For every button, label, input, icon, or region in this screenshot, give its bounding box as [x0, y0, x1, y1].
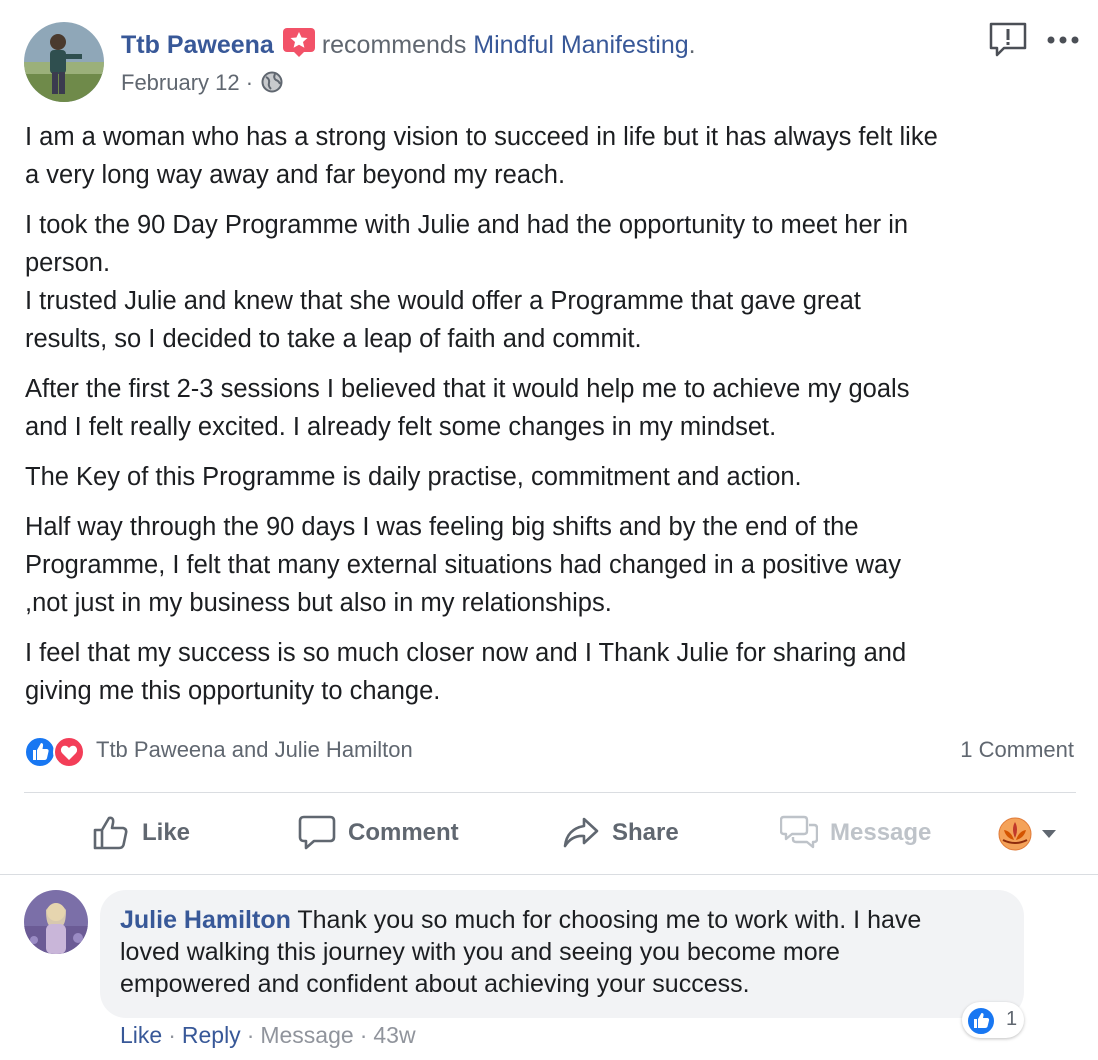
globe-icon[interactable] [261, 71, 283, 93]
comment-icon [298, 815, 336, 850]
recommends-verb: recommends [321, 31, 467, 59]
page-link[interactable]: Mindful Manifesting [473, 31, 688, 59]
share-button[interactable]: Share [562, 806, 679, 860]
report-icon[interactable] [988, 22, 1028, 58]
love-icon [53, 736, 85, 768]
commenter-name[interactable]: Julie Hamilton [120, 906, 291, 934]
post-paragraph: I am a woman who has a strong vision to … [25, 118, 1077, 194]
comment-reaction-number: 1 [1006, 1008, 1018, 1030]
post-line: ,not just in my business but also in my … [25, 589, 612, 617]
meta-separator: · [245, 70, 254, 95]
reaction-icons[interactable] [24, 735, 92, 769]
more-options-icon[interactable] [1046, 32, 1080, 48]
post-line: person. [25, 249, 111, 277]
divider [24, 792, 1076, 793]
commenter-avatar[interactable] [24, 890, 88, 954]
comment-actions: Like · Reply · Message · 43w [120, 1022, 416, 1049]
post-line: results, so I decided to take a leap of … [25, 325, 642, 353]
author-name[interactable]: Ttb Paweena [121, 31, 274, 59]
comment-line: Julie Hamilton Thank you so much for cho… [120, 904, 1004, 936]
post-line: I am a woman who has a strong vision to … [25, 123, 938, 151]
message-icon [780, 815, 818, 849]
separator: · [168, 1022, 176, 1048]
post-line: Programme, I felt that many external sit… [25, 551, 901, 579]
post-line: I trusted Julie and knew that she would … [25, 287, 861, 315]
comment-line: loved walking this journey with you and … [120, 938, 840, 966]
post-line: After the first 2-3 sessions I believed … [25, 375, 910, 403]
page-profile-selector[interactable] [998, 816, 1062, 852]
post-paragraph: After the first 2-3 sessions I believed … [25, 370, 1077, 446]
comment-button[interactable]: Comment [298, 806, 459, 860]
post-paragraph: I feel that my success is so much closer… [25, 634, 1077, 710]
message-label: Message [830, 819, 932, 846]
post-line: a very long way away and far beyond my r… [25, 161, 566, 189]
comment-like-link[interactable]: Like [120, 1022, 162, 1048]
share-arrow-icon [563, 817, 599, 848]
post-paragraph: The Key of this Programme is daily pract… [25, 458, 1077, 496]
like-button[interactable]: Like [92, 806, 190, 860]
post-header: Ttb Paweena recommends Mindful Manifestin… [24, 22, 1084, 106]
post-meta: February 12 · [121, 70, 283, 96]
comment-label: Comment [348, 819, 459, 846]
comment-message-link[interactable]: Message [260, 1022, 353, 1048]
comment-time[interactable]: 43w [373, 1022, 415, 1048]
post-paragraph: Half way through the 90 days I was feeli… [25, 508, 1077, 622]
comment-reply-link[interactable]: Reply [182, 1022, 241, 1048]
post-title-line: Ttb Paweena recommends Mindful Manifestin… [121, 27, 696, 60]
post-line: I took the 90 Day Programme with Julie a… [25, 211, 909, 239]
like-icon [24, 736, 56, 768]
reaction-names[interactable]: Ttb Paweena and Julie Hamilton [96, 737, 413, 763]
chevron-down-icon [1042, 830, 1056, 838]
comment-line: empowered and confident about achieving … [120, 970, 750, 998]
like-icon [966, 1006, 996, 1036]
divider [0, 874, 1098, 875]
comment-reaction-count[interactable]: 1 [962, 1002, 1024, 1038]
comment-text: Thank you so much for choosing me to wor… [297, 906, 922, 934]
post-line: The Key of this Programme is daily pract… [25, 463, 802, 491]
post-line: I feel that my success is so much closer… [25, 639, 907, 667]
action-bar: Like Comment Share Message [0, 806, 1098, 860]
like-label: Like [142, 819, 191, 846]
thumbs-up-icon [93, 816, 128, 850]
share-label: Share [612, 819, 679, 846]
post-date[interactable]: February 12 [121, 70, 240, 95]
reactions-summary: Ttb Paweena and Julie Hamilton 1 Comment [24, 733, 1076, 769]
page-logo-icon [998, 817, 1032, 851]
comment-bubble: Julie Hamilton Thank you so much for cho… [100, 890, 1024, 1018]
message-button[interactable]: Message [780, 806, 931, 860]
post-line: and I felt really excited. I already fel… [25, 413, 777, 441]
post-line: Half way through the 90 days I was feeli… [25, 513, 859, 541]
title-period: . [688, 31, 696, 59]
post-paragraph: I took the 90 Day Programme with Julie a… [25, 206, 1077, 358]
separator: · [246, 1022, 255, 1048]
comment-count[interactable]: 1 Comment [960, 737, 1074, 763]
post-line: giving me this opportunity to change. [25, 677, 441, 705]
post-body: I am a woman who has a strong vision to … [25, 118, 1077, 722]
separator: · [359, 1022, 368, 1048]
recommendation-badge-icon [282, 27, 316, 57]
author-avatar[interactable] [24, 22, 104, 102]
